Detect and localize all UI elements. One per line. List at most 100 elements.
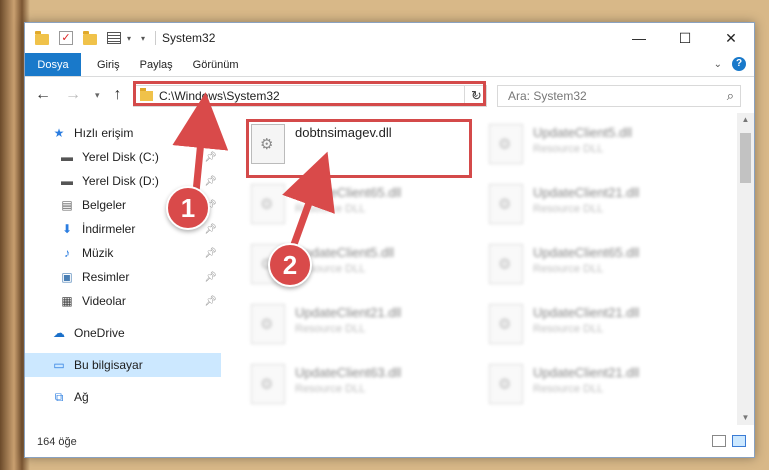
content-area: ★ Hızlı erişim ▬ Yerel Disk (C:) 📌︎ ▬ Ye… [25,113,756,423]
forward-arrow-icon[interactable]: → [65,86,81,104]
scroll-down-icon[interactable]: ▼ [737,411,754,425]
tab-home[interactable]: Giriş [87,53,130,76]
pin-icon[interactable]: 📌︎ [204,272,217,283]
new-folder-icon[interactable] [83,30,97,45]
file-name: UpdateClient5.dll [533,125,633,140]
quick-access-toolbar: ✓ ▾ ▾ [35,30,162,45]
expand-ribbon-icon[interactable]: ⌄ [714,59,722,70]
sidebar-item-label: Hızlı erişim [74,126,134,140]
properties-check-icon[interactable]: ✓ [59,31,73,45]
tab-view[interactable]: Görünüm [183,53,249,76]
help-icon[interactable]: ? [732,57,746,71]
sidebar-item-label: Resimler [82,270,130,284]
refresh-icon: ↻ [471,88,482,103]
tab-file[interactable]: Dosya [25,53,81,76]
file-item[interactable]: UpdateClient21.dll Resource DLL [243,299,478,355]
sidebar-item-onedrive[interactable]: ☁ OneDrive [25,321,221,345]
file-type: Resource DLL [533,143,604,155]
document-icon: ▤ [61,198,73,212]
vertical-scrollbar[interactable]: ▲ ▼ [737,113,754,425]
address-row: ← → ▾ ↑ C:\Windows\System32 ⌄ ↻ Ara: Sys… [25,77,754,113]
sidebar-item-videos[interactable]: ▦ Videolar 📌︎ [25,289,221,313]
details-view-icon[interactable] [712,435,726,447]
sidebar-item-label: İndirmeler [82,222,136,236]
explorer-window: ✓ ▾ ▾ System32 — ☐ ✕ Dosya Giriş Paylaş … [24,22,755,458]
search-input[interactable]: Ara: System32 ⌕ [497,85,741,107]
navigation-buttons: ← → ▾ ↑ [35,86,122,104]
pin-icon[interactable]: 📌︎ [204,176,217,187]
sidebar-item-pictures[interactable]: ▣ Resimler 📌︎ [25,265,221,289]
tiles-view-icon[interactable] [732,435,746,447]
sidebar-item-this-pc[interactable]: ▭ Bu bilgisayar [25,353,221,377]
file-item[interactable]: UpdateClient5.dll Resource DLL [481,119,716,175]
divider [155,31,157,45]
pin-icon[interactable]: 📌︎ [204,248,217,259]
sidebar-item-network[interactable]: ⧉ Ağ [25,385,221,409]
sidebar-item-music[interactable]: ♪ Müzik 📌︎ [25,241,221,265]
address-bar[interactable]: C:\Windows\System32 ⌄ [133,85,487,107]
sidebar-item-local-disk-c[interactable]: ▬ Yerel Disk (C:) 📌︎ [25,145,221,169]
file-item[interactable]: UpdateClient21.dll Resource DLL [481,299,716,355]
cloud-icon: ☁ [53,326,65,340]
navigation-pane: ★ Hızlı erişim ▬ Yerel Disk (C:) 📌︎ ▬ Ye… [25,113,221,423]
file-name: UpdateClient21.dll [533,305,640,320]
callout-badge-1: 1 [166,186,210,230]
minimize-button[interactable]: — [616,23,662,53]
item-count: 164 öğe [37,436,77,448]
sidebar-item-quick-access[interactable]: ★ Hızlı erişim [25,121,221,145]
file-name: UpdateClient63.dll [295,365,402,380]
sidebar-item-label: Müzik [82,246,114,260]
file-list: dobtnsimagev.dll UpdateClient5.dll Resou… [239,113,736,423]
search-placeholder: Ara: System32 [508,89,587,103]
dll-file-icon [489,244,523,284]
sidebar-item-label: Bu bilgisayar [74,358,143,372]
file-item[interactable]: UpdateClient65.dll Resource DLL [481,239,716,295]
title-bar: ✓ ▾ ▾ System32 — ☐ ✕ [25,23,754,53]
up-arrow-icon[interactable]: ↑ [114,86,122,104]
ribbon-right: ⌄ ? [714,57,746,71]
refresh-button[interactable]: ↻ [464,85,488,107]
chevron-down-icon[interactable]: ▾ [127,34,131,43]
file-item[interactable]: dobtnsimagev.dll [243,119,478,175]
dll-file-icon [489,304,523,344]
file-name: dobtnsimagev.dll [295,125,392,140]
computer-icon: ▭ [53,358,65,372]
folder-icon [140,88,153,101]
customize-toolbar-icon[interactable]: ▾ [141,34,145,43]
dll-file-icon [251,364,285,404]
dll-file-icon [489,364,523,404]
file-item[interactable]: UpdateClient21.dll Resource DLL [481,179,716,235]
network-icon: ⧉ [54,389,64,404]
file-name: UpdateClient21.dll [533,185,640,200]
file-type: Resource DLL [533,383,604,395]
sidebar-item-label: Yerel Disk (D:) [82,174,159,188]
file-type: Resource DLL [295,323,366,335]
video-icon: ▦ [61,294,73,308]
pin-icon[interactable]: 📌︎ [204,296,217,307]
dll-file-icon [251,184,285,224]
file-name: UpdateClient21.dll [295,305,402,320]
sidebar-item-label: Yerel Disk (C:) [82,150,159,164]
scroll-thumb[interactable] [740,133,751,183]
picture-icon: ▣ [61,270,73,284]
view-toggle [712,435,746,447]
recent-locations-icon[interactable]: ▾ [95,90,100,101]
music-icon: ♪ [64,246,70,260]
pin-icon[interactable]: 📌︎ [204,152,217,163]
sidebar-item-label: Videolar [82,294,126,308]
properties-icon[interactable] [107,32,121,44]
close-button[interactable]: ✕ [708,23,754,53]
scroll-up-icon[interactable]: ▲ [737,113,754,127]
file-item[interactable]: UpdateClient63.dll Resource DLL [243,359,478,415]
maximize-button[interactable]: ☐ [662,23,708,53]
file-item[interactable]: UpdateClient65.dll Resource DLL [243,179,478,235]
dll-file-icon [251,124,285,164]
dll-file-icon [489,184,523,224]
status-bar: 164 öğe [25,427,754,457]
tab-share[interactable]: Paylaş [130,53,183,76]
pin-icon[interactable]: 📌︎ [204,224,217,235]
back-arrow-icon[interactable]: ← [35,86,51,104]
search-icon[interactable]: ⌕ [727,88,734,104]
file-item[interactable]: UpdateClient21.dll Resource DLL [481,359,716,415]
star-icon: ★ [53,126,65,140]
